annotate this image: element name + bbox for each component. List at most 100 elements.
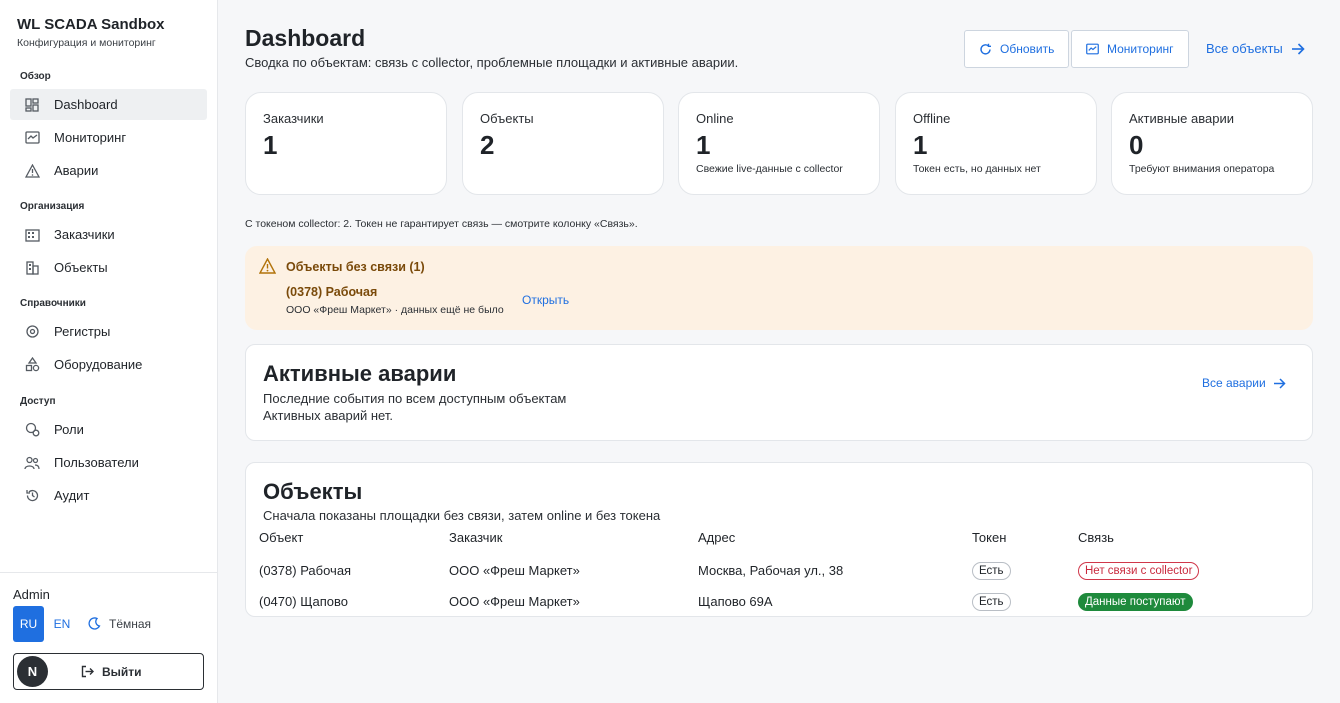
brand-title: WL SCADA Sandbox	[17, 16, 165, 33]
sidebar-item-label: Регистры	[54, 324, 111, 339]
link-cell: Нет связи с collector	[1078, 555, 1278, 586]
all-alarms-link[interactable]: Все аварии	[1202, 376, 1286, 390]
stat-title: Online	[696, 111, 734, 126]
sidebar-item-label: Dashboard	[54, 97, 118, 112]
stat-value: 1	[696, 130, 711, 160]
banner-title: Объекты без связи (1)	[286, 260, 425, 274]
page-subtitle: Сводка по объектам: связь с collector, п…	[245, 55, 739, 70]
lang-en-button[interactable]: EN	[49, 606, 75, 642]
objects-card: Объекты Сначала показаны площадки без св…	[245, 462, 1313, 617]
stat-title: Активные аварии	[1129, 111, 1234, 126]
customer-cell: ООО «Фреш Маркет»	[449, 563, 580, 578]
stat-card-objects: Объекты 2	[462, 92, 664, 195]
column-header-address[interactable]: Адрес	[698, 530, 972, 555]
logout-button[interactable]: N Выйти	[13, 653, 204, 690]
column-header-object[interactable]: Объект	[259, 530, 449, 555]
sidebar-item-monitoring[interactable]: Мониторинг	[10, 122, 207, 153]
registers-icon	[24, 324, 40, 340]
stat-value: 1	[263, 130, 278, 160]
building-icon	[24, 227, 40, 243]
stat-subtitle: Требуют внимания оператора	[1129, 163, 1275, 175]
refresh-label: Обновить	[1000, 42, 1055, 56]
stat-card-online: Online 1 Свежие live-данные с collector	[678, 92, 880, 195]
logout-label: Выйти	[102, 665, 142, 679]
sidebar-item-alarms[interactable]: Аварии	[10, 155, 207, 186]
stat-card-active-alarms: Активные аварии 0 Требуют внимания опера…	[1111, 92, 1313, 195]
history-icon	[24, 488, 40, 504]
card-title: Активные аварии	[263, 361, 457, 386]
card-subtitle: Последние события по всем доступным объе…	[263, 391, 567, 406]
theme-toggle-label: Тёмная	[109, 617, 152, 631]
status-badge: Данные поступают	[1078, 592, 1193, 611]
customer-cell: ООО «Фреш Маркет»	[449, 594, 580, 609]
status-badge: Нет связи с collector	[1078, 561, 1200, 580]
sidebar-item-roles[interactable]: Роли	[10, 414, 207, 445]
lang-ru-button[interactable]: RU	[13, 606, 44, 642]
refresh-button[interactable]: Обновить	[964, 30, 1070, 68]
stat-value: 0	[1129, 130, 1144, 160]
logout-icon	[81, 665, 95, 679]
monitoring-icon	[24, 130, 40, 146]
card-title: Объекты	[263, 479, 363, 504]
stat-subtitle: Токен есть, но данных нет	[913, 163, 1041, 175]
sidebar-item-label: Оборудование	[54, 357, 143, 372]
table-row[interactable]: (0470) Щапово ООО «Фреш Маркет» Щапово 6…	[259, 586, 1278, 617]
object-name-cell[interactable]: (0378) Рабочая	[259, 555, 449, 586]
stat-value: 2	[480, 130, 495, 160]
nav-section-references: Справочники	[20, 298, 86, 309]
token-cell: Есть	[972, 586, 1078, 617]
brand-subtitle: Конфигурация и мониторинг	[17, 37, 156, 49]
sidebar-item-equipment[interactable]: Оборудование	[10, 349, 207, 380]
user-name: Admin	[13, 587, 50, 602]
dashboard-icon	[24, 97, 40, 113]
card-subtitle: Сначала показаны площадки без связи, зат…	[263, 508, 661, 523]
stat-value: 1	[913, 130, 928, 160]
table-row[interactable]: (0378) Рабочая ООО «Фреш Маркет» Москва,…	[259, 555, 1278, 586]
alarms-empty-text: Активных аварий нет.	[263, 408, 393, 423]
column-header-customer[interactable]: Заказчик	[449, 530, 698, 555]
arrow-right-icon	[1291, 42, 1305, 56]
table-header-row: Объект Заказчик Адрес Токен Связь	[259, 530, 1278, 555]
sidebar: WL SCADA Sandbox Конфигурация и монитори…	[0, 0, 218, 703]
sidebar-item-registers[interactable]: Регистры	[10, 316, 207, 347]
token-cell: Есть	[972, 555, 1078, 586]
sidebar-item-customers[interactable]: Заказчики	[10, 219, 207, 250]
all-objects-link[interactable]: Все объекты	[1206, 41, 1305, 56]
column-header-link[interactable]: Связь	[1078, 530, 1278, 555]
token-badge: Есть	[972, 592, 1011, 611]
buildings-icon	[24, 260, 40, 276]
token-badge: Есть	[972, 561, 1011, 580]
roles-icon	[24, 422, 40, 438]
sidebar-item-label: Аудит	[54, 488, 90, 503]
monitoring-button[interactable]: Мониторинг	[1071, 30, 1189, 68]
refresh-icon	[979, 43, 992, 56]
sidebar-item-audit[interactable]: Аудит	[10, 480, 207, 511]
stat-title: Заказчики	[263, 111, 324, 126]
all-alarms-label: Все аварии	[1202, 376, 1266, 390]
column-header-token[interactable]: Токен	[972, 530, 1078, 555]
banner-object-name: (0378) Рабочая	[286, 285, 378, 299]
nav-section-overview: Обзор	[20, 71, 51, 82]
avatar: N	[17, 656, 48, 687]
stat-title: Объекты	[480, 111, 534, 126]
active-alarms-card: Активные аварии Последние события по все…	[245, 344, 1313, 441]
sidebar-item-label: Объекты	[54, 260, 108, 275]
address-cell: Москва, Рабочая ул., 38	[698, 563, 844, 578]
stat-title: Offline	[913, 111, 951, 126]
sidebar-item-users[interactable]: Пользователи	[10, 447, 207, 478]
theme-toggle-button[interactable]: Тёмная	[88, 606, 151, 642]
sidebar-item-objects[interactable]: Объекты	[10, 252, 207, 283]
monitoring-label: Мониторинг	[1107, 42, 1174, 56]
sidebar-item-label: Пользователи	[54, 455, 139, 470]
sidebar-item-dashboard[interactable]: Dashboard	[10, 89, 207, 120]
moon-icon	[88, 617, 102, 631]
object-name-cell[interactable]: (0470) Щапово	[259, 586, 449, 617]
token-note: С токеном collector: 2. Токен не гаранти…	[245, 218, 638, 230]
address-cell: Щапово 69А	[698, 594, 773, 609]
sidebar-item-label: Заказчики	[54, 227, 115, 242]
sidebar-item-label: Мониторинг	[54, 130, 127, 145]
offline-objects-banner: Объекты без связи (1) (0378) Рабочая ООО…	[245, 246, 1313, 330]
nav-section-organization: Организация	[20, 201, 85, 212]
users-icon	[24, 455, 40, 471]
open-object-link[interactable]: Открыть	[522, 293, 569, 307]
